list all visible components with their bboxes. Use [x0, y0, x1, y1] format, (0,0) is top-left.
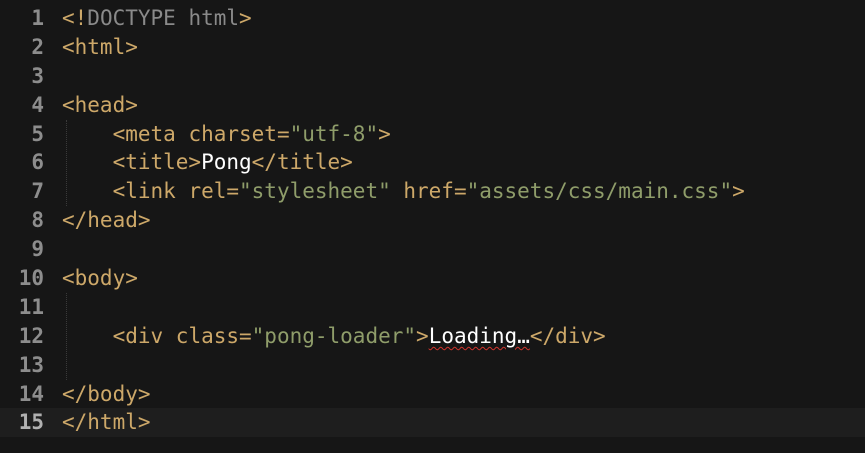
- code-line-7[interactable]: 7 <link rel="stylesheet" href="assets/cs…: [0, 177, 865, 206]
- code-line-1[interactable]: 1 <!DOCTYPE html>: [0, 4, 865, 33]
- line-number: 5: [31, 121, 44, 146]
- line-number: 7: [31, 179, 44, 204]
- code-token: Pong: [201, 150, 252, 175]
- code-token: Loading…: [428, 323, 530, 348]
- code-token: DOCTYPE html: [87, 6, 240, 30]
- code-text[interactable]: <!DOCTYPE html>: [62, 4, 252, 33]
- code-token: </title>: [251, 150, 353, 175]
- code-text[interactable]: </html>: [62, 408, 151, 437]
- line-number: 14: [18, 381, 44, 406]
- code-text[interactable]: <link rel="stylesheet" href="assets/css/…: [62, 177, 745, 206]
- code-token: "assets/css/main.css": [466, 179, 733, 204]
- line-number: 11: [18, 294, 44, 319]
- code-token: <head>: [62, 92, 138, 117]
- code-line-10[interactable]: 10 <body>: [0, 264, 865, 293]
- code-text[interactable]: <title>Pong</title>: [62, 148, 353, 177]
- line-number: 1: [31, 6, 44, 30]
- code-line-5[interactable]: 5 <meta charset="utf-8">: [0, 120, 865, 149]
- line-number: 10: [18, 266, 44, 291]
- code-token: >: [416, 323, 429, 348]
- code-token: <title>: [62, 150, 202, 175]
- code-token: "pong-loader": [251, 323, 417, 348]
- code-line-8[interactable]: 8 </head>: [0, 206, 865, 235]
- line-number: 15: [18, 410, 44, 435]
- code-token: rel=: [188, 179, 240, 204]
- code-line-12[interactable]: 12 <div class="pong-loader">Loading…</di…: [0, 322, 865, 351]
- code-token: "stylesheet": [239, 179, 391, 204]
- line-number: 3: [31, 63, 44, 88]
- code-token: </head>: [62, 208, 151, 233]
- code-text[interactable]: <body>: [62, 264, 138, 293]
- code-text[interactable]: <html>: [62, 33, 138, 62]
- code-text[interactable]: <head>: [62, 91, 138, 120]
- code-token: href=: [390, 179, 467, 204]
- line-number: 2: [31, 34, 44, 59]
- indent-guide: [66, 119, 67, 207]
- code-line-9[interactable]: 9: [0, 235, 865, 264]
- code-token: <html>: [62, 34, 138, 59]
- code-token: </div>: [529, 323, 606, 348]
- code-line-6[interactable]: 6 <title>Pong</title>: [0, 148, 865, 177]
- code-token: </body>: [62, 381, 151, 406]
- code-token: <body>: [62, 266, 138, 291]
- code-text[interactable]: </body>: [62, 380, 151, 409]
- code-editor[interactable]: 1 <!DOCTYPE html> 2 <html> 3 4 <head> 5 <meta c…: [0, 0, 865, 453]
- line-number: 12: [18, 323, 44, 348]
- code-line-11[interactable]: 11: [0, 293, 865, 322]
- code-token: "utf-8": [289, 121, 379, 146]
- indent-guide: [66, 293, 67, 380]
- code-token: >: [378, 121, 391, 146]
- code-line-13[interactable]: 13: [0, 351, 865, 380]
- line-number: 13: [18, 352, 44, 377]
- code-line-2[interactable]: 2 <html>: [0, 33, 865, 62]
- code-line-14[interactable]: 14 </body>: [0, 380, 865, 409]
- code-token: >: [239, 6, 252, 30]
- line-number: 8: [31, 208, 44, 233]
- code-token: <link: [62, 179, 189, 204]
- code-token: charset=: [188, 121, 290, 146]
- code-token: >: [732, 179, 745, 204]
- code-token: <meta: [62, 121, 189, 146]
- code-token: </html>: [62, 410, 151, 435]
- line-number: 6: [31, 150, 44, 175]
- code-line-15[interactable]: 15 </html>: [0, 408, 865, 438]
- code-token: <div: [62, 323, 176, 348]
- line-number: 9: [31, 237, 44, 262]
- code-token: <!: [62, 6, 88, 30]
- code-line-3[interactable]: 3: [0, 62, 865, 91]
- code-text[interactable]: <meta charset="utf-8">: [62, 120, 391, 149]
- code-token: class=: [175, 323, 252, 348]
- code-text[interactable]: </head>: [62, 206, 151, 235]
- code-text[interactable]: <div class="pong-loader">Loading…</div>: [62, 322, 606, 351]
- line-number: 4: [31, 92, 44, 117]
- code-line-4[interactable]: 4 <head>: [0, 91, 865, 120]
